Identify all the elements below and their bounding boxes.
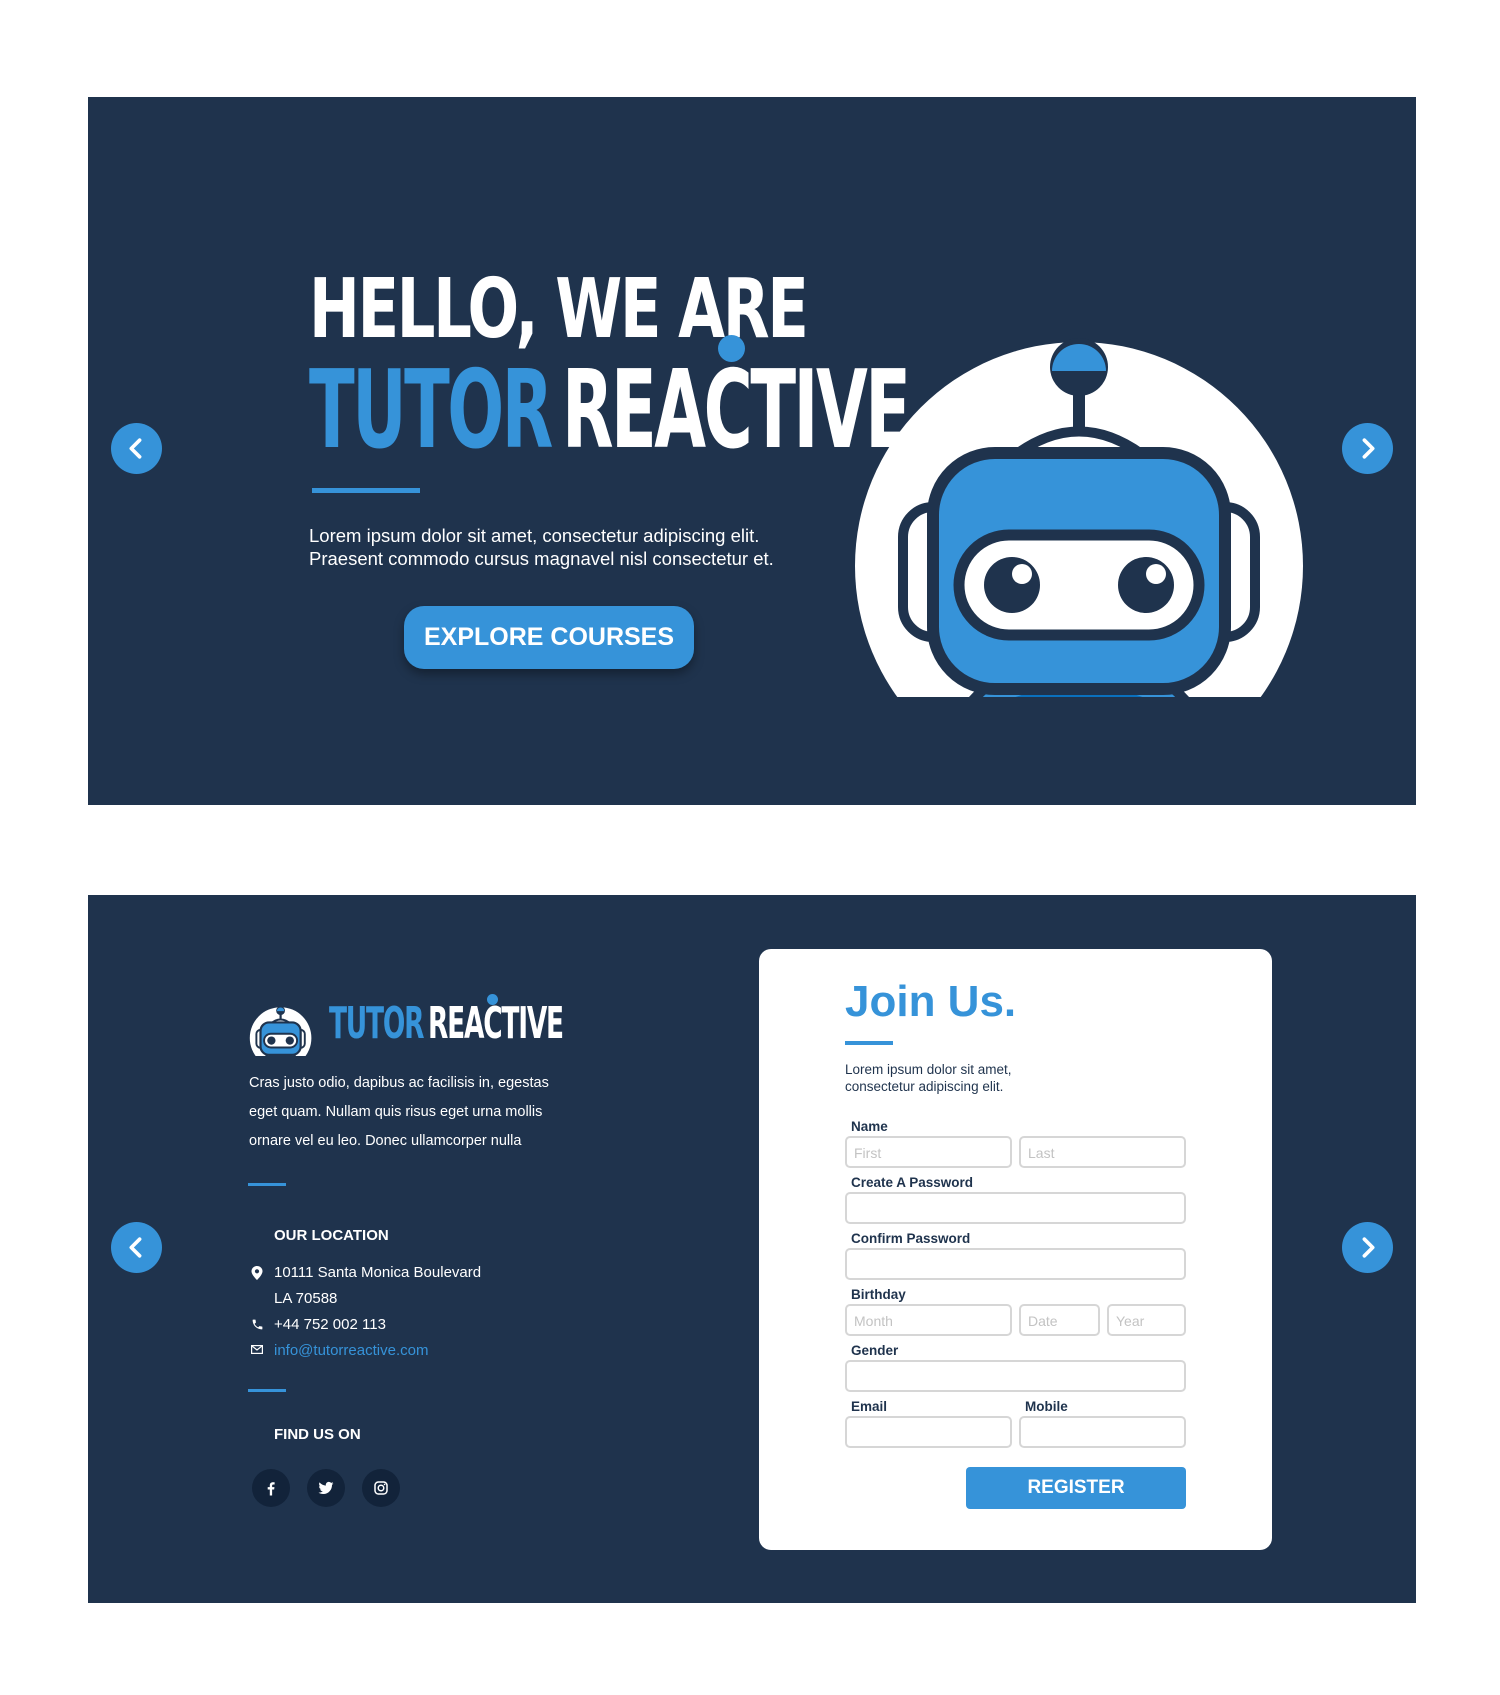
gender-field[interactable] — [845, 1360, 1186, 1392]
next-slide-button[interactable] — [1342, 1222, 1393, 1273]
location-heading: OUR LOCATION — [274, 1227, 389, 1244]
brand-word-reactive: REACTIVE — [428, 998, 564, 1049]
facebook-icon — [267, 1482, 275, 1496]
confirm-password-field[interactable] — [845, 1248, 1186, 1280]
form-title: Join Us. — [845, 977, 1017, 1026]
twitter-link[interactable] — [307, 1469, 345, 1507]
birth-year-field[interactable] — [1107, 1304, 1186, 1336]
instagram-link[interactable] — [362, 1469, 400, 1507]
brand-word-tutor: TUTOR — [309, 348, 553, 473]
section-divider — [248, 1389, 286, 1392]
chevron-left-icon — [129, 1237, 142, 1258]
birth-date-field[interactable] — [1019, 1304, 1100, 1336]
form-title-underline — [845, 1041, 893, 1045]
gender-label: Gender — [851, 1343, 899, 1358]
form-description: Lorem ipsum dolor sit amet, consectetur … — [845, 1062, 1012, 1094]
phone-icon — [252, 1319, 263, 1330]
mobile-field[interactable] — [1019, 1416, 1186, 1448]
map-pin-icon — [251, 1266, 263, 1280]
logo-robot-icon — [249, 1006, 312, 1056]
signup-form-card: Join Us. Lorem ipsum dolor sit amet, con… — [759, 949, 1272, 1550]
about-text: Cras justo odio, dapibus ac facilisis in… — [249, 1075, 549, 1149]
mobile-label: Mobile — [1025, 1399, 1068, 1414]
chevron-left-icon — [129, 438, 142, 459]
title-underline — [312, 488, 420, 493]
birthday-label: Birthday — [851, 1287, 906, 1302]
instagram-icon — [374, 1481, 388, 1495]
chevron-right-icon — [1362, 1237, 1375, 1258]
envelope-icon — [251, 1345, 263, 1354]
brand-word-tutor: TUTOR — [329, 998, 424, 1049]
address-line-1: 10111 Santa Monica Boulevard — [274, 1264, 482, 1281]
prev-slide-button[interactable] — [111, 423, 162, 474]
phone-number: +44 752 002 113 — [274, 1316, 386, 1333]
birth-month-field[interactable] — [845, 1304, 1012, 1336]
address-line-2: LA 70588 — [274, 1290, 338, 1307]
robot-mascot-icon — [855, 338, 1303, 697]
name-label: Name — [851, 1119, 888, 1134]
password-field[interactable] — [845, 1192, 1186, 1224]
hero-description: Lorem ipsum dolor sit amet, consectetur … — [309, 525, 774, 569]
next-slide-button[interactable] — [1342, 423, 1393, 474]
email-link[interactable]: info@tutorreactive.com — [274, 1342, 428, 1359]
facebook-link[interactable] — [252, 1469, 290, 1507]
section-divider — [248, 1183, 286, 1186]
prev-slide-button[interactable] — [111, 1222, 162, 1273]
last-name-field[interactable] — [1019, 1136, 1186, 1168]
email-field[interactable] — [845, 1416, 1012, 1448]
confirm-password-label: Confirm Password — [851, 1231, 971, 1246]
email-label: Email — [851, 1399, 888, 1414]
social-heading: FIND US ON — [274, 1426, 361, 1443]
signup-slide: TUTOR REACTIVE Cras justo odio, dapibus a… — [88, 895, 1416, 1603]
password-label: Create A Password — [851, 1175, 974, 1190]
explore-courses-button[interactable]: EXPLORE COURSES — [404, 606, 694, 669]
register-button[interactable]: REGISTER — [966, 1467, 1186, 1509]
hero-brand-title: TUTOR REACTIVE — [309, 357, 911, 465]
hero-slide: HELLO, WE ARE TUTOR REACTIVE Lorem ipsum … — [88, 97, 1416, 805]
chevron-right-icon — [1362, 438, 1375, 459]
logo-wordmark: TUTOR REACTIVE — [329, 1002, 564, 1046]
brand-dot — [487, 994, 498, 1005]
twitter-icon — [318, 1481, 334, 1494]
first-name-field[interactable] — [845, 1136, 1012, 1168]
